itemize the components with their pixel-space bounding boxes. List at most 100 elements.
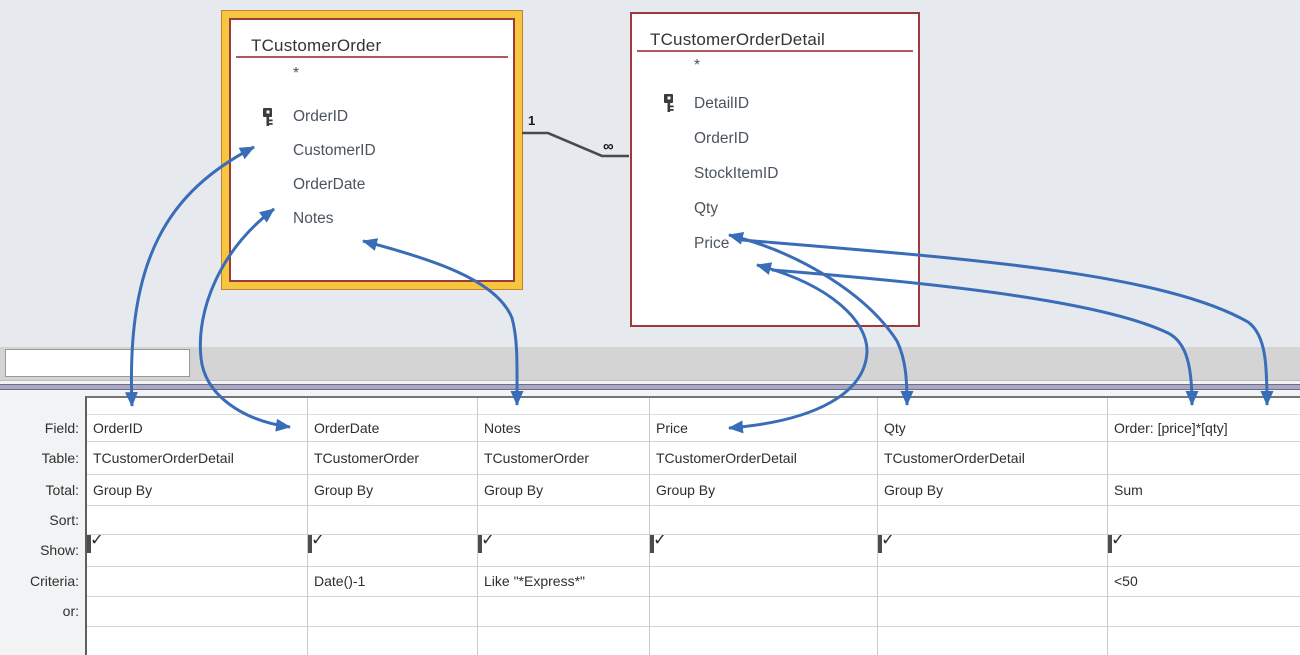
field-item-asterisk[interactable]: * xyxy=(632,54,918,80)
table-title: TCustomerOrder xyxy=(231,20,513,56)
criteria-cell[interactable]: Like "*Express*" xyxy=(478,567,649,597)
show-cell[interactable]: ✓ xyxy=(87,535,307,567)
splitter-box xyxy=(5,349,190,377)
field-item-asterisk[interactable]: * xyxy=(231,62,513,90)
column-selector[interactable] xyxy=(650,398,877,415)
or-cell[interactable] xyxy=(308,597,477,627)
field-item-price[interactable]: Price xyxy=(632,226,918,261)
column-selector[interactable] xyxy=(308,398,477,415)
field-item-detailid[interactable]: DetailID xyxy=(632,86,918,121)
row-label-total: Total: xyxy=(0,475,81,506)
field-cell[interactable]: OrderID xyxy=(87,415,307,442)
criteria-cell[interactable]: <50 xyxy=(1108,567,1300,597)
criteria-cell[interactable]: Date()-1 xyxy=(308,567,477,597)
column-selector[interactable] xyxy=(87,398,307,415)
empty-cell[interactable] xyxy=(878,627,1107,655)
table-cell[interactable] xyxy=(1108,442,1300,475)
grid-column-notes: Notes TCustomerOrder Group By ✓ Like "*E… xyxy=(478,398,650,655)
show-checkbox[interactable]: ✓ xyxy=(478,535,482,553)
row-label-show: Show: xyxy=(0,535,81,567)
total-cell[interactable]: Group By xyxy=(308,475,477,506)
field-item-orderdate[interactable]: OrderDate xyxy=(231,168,513,202)
relationship-one-label: 1 xyxy=(528,113,535,128)
relationship-many-label: ∞ xyxy=(603,138,614,155)
empty-cell[interactable] xyxy=(478,627,649,655)
row-label-table: Table: xyxy=(0,442,81,475)
grid-column-orderid: OrderID TCustomerOrderDetail Group By ✓ xyxy=(87,398,308,655)
total-cell[interactable]: Sum xyxy=(1108,475,1300,506)
table-cell[interactable]: TCustomerOrder xyxy=(478,442,649,475)
row-label-or: or: xyxy=(0,597,81,627)
show-cell[interactable]: ✓ xyxy=(650,535,877,567)
field-item-orderid[interactable]: OrderID xyxy=(231,100,513,134)
sort-cell[interactable] xyxy=(1108,506,1300,535)
field-item-stockitemid[interactable]: StockItemID xyxy=(632,156,918,191)
total-cell[interactable]: Group By xyxy=(478,475,649,506)
show-checkbox[interactable]: ✓ xyxy=(650,535,654,553)
criteria-cell[interactable] xyxy=(878,567,1107,597)
sort-cell[interactable] xyxy=(878,506,1107,535)
show-checkbox[interactable]: ✓ xyxy=(87,535,91,553)
sort-cell[interactable] xyxy=(650,506,877,535)
total-cell[interactable]: Group By xyxy=(87,475,307,506)
table-cell[interactable]: TCustomerOrderDetail xyxy=(650,442,877,475)
empty-cell[interactable] xyxy=(650,627,877,655)
field-cell[interactable]: Price xyxy=(650,415,877,442)
field-cell[interactable]: Order: [price]*[qty] xyxy=(1108,415,1300,442)
sort-cell[interactable] xyxy=(478,506,649,535)
field-cell[interactable]: OrderDate xyxy=(308,415,477,442)
show-checkbox[interactable]: ✓ xyxy=(1108,535,1112,553)
field-cell[interactable]: Qty xyxy=(878,415,1107,442)
column-selector[interactable] xyxy=(1108,398,1300,415)
or-cell[interactable] xyxy=(1108,597,1300,627)
primary-key-icon xyxy=(662,94,676,112)
or-cell[interactable] xyxy=(650,597,877,627)
table-cell[interactable]: TCustomerOrderDetail xyxy=(878,442,1107,475)
primary-key-icon xyxy=(261,108,275,126)
criteria-cell[interactable] xyxy=(650,567,877,597)
query-design-view: TCustomerOrder * OrderID CustomerID Orde… xyxy=(0,0,1300,655)
total-cell[interactable]: Group By xyxy=(650,475,877,506)
show-cell[interactable]: ✓ xyxy=(478,535,649,567)
table-card-tcustomerorderdetail[interactable]: TCustomerOrderDetail * DetailID OrderID … xyxy=(630,12,920,327)
table-design-pane: TCustomerOrder * OrderID CustomerID Orde… xyxy=(0,0,1300,347)
empty-cell[interactable] xyxy=(87,627,307,655)
query-grid-pane: Field: Table: Total: Sort: Show: Criteri… xyxy=(0,390,1300,655)
empty-cell[interactable] xyxy=(308,627,477,655)
or-cell[interactable] xyxy=(87,597,307,627)
sort-cell[interactable] xyxy=(87,506,307,535)
table-cell[interactable]: TCustomerOrderDetail xyxy=(87,442,307,475)
show-checkbox[interactable]: ✓ xyxy=(308,535,312,553)
show-cell[interactable]: ✓ xyxy=(1108,535,1300,567)
empty-cell[interactable] xyxy=(1108,627,1300,655)
grid-column-qty: Qty TCustomerOrderDetail Group By ✓ xyxy=(878,398,1108,655)
row-label-criteria: Criteria: xyxy=(0,567,81,597)
query-grid: OrderID TCustomerOrderDetail Group By ✓ … xyxy=(85,396,1300,655)
grid-column-order-expression: Order: [price]*[qty] Sum ✓ <50 xyxy=(1108,398,1300,655)
sort-cell[interactable] xyxy=(308,506,477,535)
total-cell[interactable]: Group By xyxy=(878,475,1107,506)
or-cell[interactable] xyxy=(878,597,1107,627)
grid-column-orderdate: OrderDate TCustomerOrder Group By ✓ Date… xyxy=(308,398,478,655)
table-cell[interactable]: TCustomerOrder xyxy=(308,442,477,475)
show-cell[interactable]: ✓ xyxy=(308,535,477,567)
pane-splitter[interactable] xyxy=(0,347,1300,381)
table-card-tcustomerorder[interactable]: TCustomerOrder * OrderID CustomerID Orde… xyxy=(229,18,515,282)
row-label-field: Field: xyxy=(0,415,81,442)
grid-column-price: Price TCustomerOrderDetail Group By ✓ xyxy=(650,398,878,655)
column-selector[interactable] xyxy=(878,398,1107,415)
row-label-sort: Sort: xyxy=(0,506,81,535)
field-item-qty[interactable]: Qty xyxy=(632,191,918,226)
column-selector[interactable] xyxy=(478,398,649,415)
show-checkbox[interactable]: ✓ xyxy=(878,535,882,553)
field-item-notes[interactable]: Notes xyxy=(231,202,513,236)
grid-row-labels: Field: Table: Total: Sort: Show: Criteri… xyxy=(0,398,81,627)
show-cell[interactable]: ✓ xyxy=(878,535,1107,567)
or-cell[interactable] xyxy=(478,597,649,627)
field-item-orderid[interactable]: OrderID xyxy=(632,121,918,156)
table-title: TCustomerOrderDetail xyxy=(632,14,918,50)
field-cell[interactable]: Notes xyxy=(478,415,649,442)
table-card-tcustomerorder-selection: TCustomerOrder * OrderID CustomerID Orde… xyxy=(222,11,522,289)
field-item-customerid[interactable]: CustomerID xyxy=(231,134,513,168)
criteria-cell[interactable] xyxy=(87,567,307,597)
